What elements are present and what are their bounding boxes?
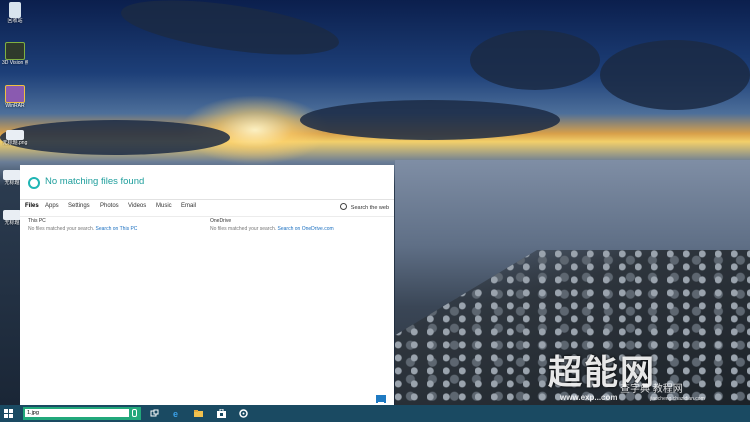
search-filter-tabs: Files Apps Settings Photos Videos Music … xyxy=(20,200,394,217)
search-results-panel: No matching files found Files Apps Setti… xyxy=(20,165,394,405)
desktop-icon-png-file[interactable]: 无标题.png xyxy=(2,130,28,146)
tab-apps[interactable]: Apps xyxy=(45,203,59,209)
no-results-text: No files matched your search. xyxy=(210,226,277,232)
desktop-icon-label: 回收站 xyxy=(7,18,23,24)
task-view-icon[interactable] xyxy=(150,409,159,418)
cloud xyxy=(117,0,343,66)
edge-icon[interactable]: e xyxy=(172,409,181,418)
cortana-ring-icon xyxy=(28,177,40,189)
desktop-icon-label: 无标题 xyxy=(4,180,20,186)
watermark-url: www.exp...com xyxy=(560,393,618,402)
tab-email[interactable]: Email xyxy=(181,203,196,209)
image-file-icon xyxy=(3,170,21,180)
search-on-this-pc-link[interactable]: Search on This PC xyxy=(96,226,138,232)
store-icon[interactable] xyxy=(217,409,226,418)
search-web-label: Search the web xyxy=(350,205,389,211)
winrar-icon xyxy=(5,85,25,103)
result-group-title: OneDrive xyxy=(210,218,232,224)
cloud xyxy=(470,30,600,90)
tab-settings[interactable]: Settings xyxy=(68,203,90,209)
tab-photos[interactable]: Photos xyxy=(100,203,119,209)
search-web-button[interactable]: Search the web xyxy=(339,203,389,211)
search-on-onedrive-link[interactable]: Search on OneDrive.com xyxy=(278,226,334,232)
desktop-icon-file[interactable]: 无标题 xyxy=(2,170,22,186)
search-input[interactable] xyxy=(25,409,129,417)
desktop-icon-label: 无标题.png xyxy=(2,140,28,146)
file-explorer-icon[interactable] xyxy=(194,409,203,418)
tab-videos[interactable]: Videos xyxy=(128,203,146,209)
image-file-icon xyxy=(3,210,21,220)
desktop-icon-recycle-bin[interactable]: 回收站 xyxy=(2,2,28,24)
result-group-title: This PC xyxy=(28,218,46,224)
microphone-icon[interactable] xyxy=(132,409,137,417)
desktop-icon-winrar[interactable]: WinRAR xyxy=(2,85,28,109)
result-group-this-pc: This PC No files matched your search. Se… xyxy=(28,218,208,232)
feedback-button[interactable] xyxy=(376,395,386,405)
search-icon xyxy=(339,203,347,210)
result-group-onedrive: OneDrive No files matched your search. S… xyxy=(210,218,390,232)
desktop-icon-label: WinRAR xyxy=(5,103,25,109)
desktop-icon-label: 3D Vision 照片查看器 xyxy=(2,60,28,66)
cloud xyxy=(300,100,560,140)
3d-vision-icon xyxy=(5,42,25,60)
no-results-text: No files matched your search. xyxy=(28,226,95,232)
image-file-icon xyxy=(6,130,24,140)
taskbar: e xyxy=(0,405,750,422)
watermark-url-2: jiaocheng.chazidian.com xyxy=(650,396,705,402)
result-group-message: No files matched your search. Search on … xyxy=(28,226,208,232)
cloud xyxy=(0,120,230,155)
svg-text:e: e xyxy=(173,409,178,418)
start-button[interactable] xyxy=(4,409,13,418)
watermark-text: 查字典 教程网 xyxy=(620,384,683,395)
desktop-icon-label: 无标题 xyxy=(4,220,20,226)
desktop-icon-file[interactable]: 无标题 xyxy=(2,210,22,226)
settings-icon[interactable] xyxy=(239,409,248,418)
search-panel-header: No matching files found xyxy=(20,165,394,200)
search-status-text: No matching files found xyxy=(45,176,145,187)
recycle-bin-icon xyxy=(9,2,21,18)
tab-files[interactable]: Files xyxy=(25,203,39,209)
desktop-icon-3d-vision[interactable]: 3D Vision 照片查看器 xyxy=(2,42,28,66)
cloud xyxy=(600,40,750,110)
taskbar-search-box[interactable] xyxy=(23,407,141,420)
result-group-message: No files matched your search. Search on … xyxy=(210,226,390,232)
tab-music[interactable]: Music xyxy=(156,203,172,209)
